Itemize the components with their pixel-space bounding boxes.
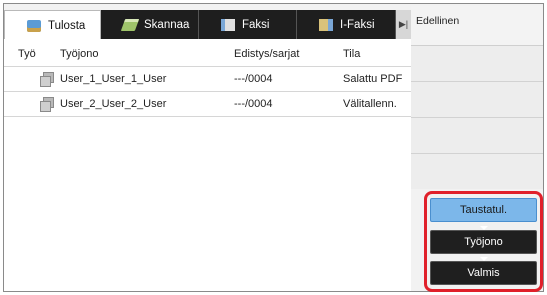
- job-queue-button[interactable]: Työjono: [430, 230, 537, 254]
- job-name: User_1_User_1_User: [60, 73, 167, 85]
- tab-label: Skannaa: [144, 18, 190, 31]
- button-label: Työjono: [464, 236, 503, 248]
- print-icon: [27, 19, 41, 32]
- tab-label: Tulosta: [48, 19, 86, 32]
- tab-scan[interactable]: Skannaa: [101, 10, 199, 39]
- tab-print[interactable]: Tulosta: [4, 10, 101, 40]
- table-row[interactable]: User_1_User_1_User ---/0004 Salattu PDF: [4, 66, 411, 90]
- table-row-divider: [4, 116, 411, 140]
- side-divider: [411, 81, 543, 82]
- column-header-progress: Edistys/sarjat: [234, 48, 300, 60]
- column-header-status: Tila: [343, 48, 361, 60]
- job-progress: ---/0004: [234, 98, 273, 110]
- job-list: Työ Työjono Edistys/sarjat Tila User_1_U…: [4, 39, 411, 291]
- tab-scroll-right-icon[interactable]: ▶|: [396, 10, 411, 39]
- job-status: Salattu PDF: [343, 73, 403, 85]
- job-progress: ---/0004: [234, 73, 273, 85]
- side-divider: [411, 153, 543, 154]
- tab-internet-fax[interactable]: I-Faksi: [297, 10, 396, 39]
- column-header-type: Työ: [18, 48, 36, 60]
- side-divider: [411, 117, 543, 118]
- tab-fax[interactable]: Faksi: [199, 10, 297, 39]
- button-label: Valmis: [467, 267, 500, 279]
- tab-label: I-Faksi: [340, 18, 375, 31]
- print-job-icon: [40, 97, 54, 112]
- internet-fax-icon: [319, 18, 333, 31]
- table-row[interactable]: User_2_User_2_User ---/0004 Välitallenn.: [4, 91, 411, 115]
- spool-status-button[interactable]: Taustatul.: [430, 198, 537, 222]
- table-header: Työ Työjono Edistys/sarjat Tila: [4, 39, 411, 66]
- fax-icon: [221, 18, 235, 31]
- scan-icon: [120, 18, 140, 31]
- previous-label: Edellinen: [416, 15, 460, 27]
- print-job-icon: [40, 72, 54, 87]
- completed-button[interactable]: Valmis: [430, 261, 537, 285]
- column-header-queue: Työjono: [60, 48, 99, 60]
- button-label: Taustatul.: [459, 204, 508, 216]
- job-status: Välitallenn.: [343, 98, 397, 110]
- job-name: User_2_User_2_User: [60, 98, 167, 110]
- tab-label: Faksi: [242, 18, 270, 31]
- previous-button[interactable]: Edellinen: [411, 6, 543, 46]
